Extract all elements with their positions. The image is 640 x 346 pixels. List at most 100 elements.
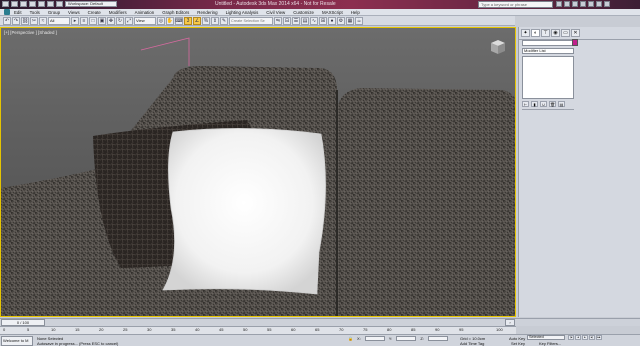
menu-civil-view[interactable]: Civil View xyxy=(266,10,285,15)
object-color-swatch[interactable] xyxy=(572,39,578,46)
mirror-icon[interactable]: ⇋ xyxy=(274,16,282,25)
render-production-icon[interactable]: ☕ xyxy=(355,16,363,25)
app-menu-icon[interactable] xyxy=(2,1,9,7)
manipulate-icon[interactable]: ✋ xyxy=(166,16,174,25)
angle-snap-icon[interactable]: ∠ xyxy=(193,16,201,25)
maximize-icon[interactable] xyxy=(596,1,602,7)
motion-tab-icon[interactable]: ◉ xyxy=(551,29,560,37)
track-bar[interactable]: 0 5 10 15 20 25 30 35 40 45 50 55 60 65 … xyxy=(0,326,516,334)
modify-tab-icon[interactable]: ◐ xyxy=(531,29,540,37)
menu-customize[interactable]: Customize xyxy=(293,10,314,15)
menu-maxscript[interactable]: MAXScript xyxy=(322,10,343,15)
pivot-center-icon[interactable]: ◎ xyxy=(157,16,165,25)
select-move-icon[interactable]: ✥ xyxy=(107,16,115,25)
redo-icon[interactable] xyxy=(47,1,54,7)
project-folder-icon[interactable] xyxy=(56,1,63,7)
menu-tools[interactable]: Tools xyxy=(30,10,40,15)
utilities-tab-icon[interactable]: ✕ xyxy=(571,29,580,37)
set-key-button[interactable]: Set Key xyxy=(511,341,525,346)
snaps-toggle-icon[interactable]: 3 xyxy=(184,16,192,25)
save-file-icon[interactable] xyxy=(29,1,36,7)
material-editor-icon[interactable]: ● xyxy=(328,16,336,25)
redo-tool-icon[interactable]: ↷ xyxy=(12,16,20,25)
time-slider[interactable]: 0 / 100 › xyxy=(0,318,640,326)
bind-space-warp-icon[interactable]: ≈ xyxy=(39,16,47,25)
exchange-icon[interactable] xyxy=(572,1,578,7)
menu-lighting-analysis[interactable]: Lighting Analysis xyxy=(226,10,259,15)
maxscript-listener[interactable]: Welcome to M xyxy=(1,336,33,346)
user-icon[interactable] xyxy=(564,1,570,7)
modifier-stack[interactable] xyxy=(522,56,574,99)
select-object-icon[interactable]: ▸ xyxy=(71,16,79,25)
hierarchy-tab-icon[interactable]: ⊤ xyxy=(541,29,550,37)
menu-edit[interactable]: Edit xyxy=(14,10,22,15)
minimize-icon[interactable] xyxy=(588,1,594,7)
menu-modifiers[interactable]: Modifiers xyxy=(109,10,127,15)
undo-tool-icon[interactable]: ↶ xyxy=(3,16,11,25)
rectangular-selection-icon[interactable]: □ xyxy=(89,16,97,25)
menu-views[interactable]: Views xyxy=(68,10,80,15)
pin-stack-icon[interactable]: ⊢ xyxy=(522,101,529,107)
viewcube-icon[interactable] xyxy=(489,38,507,56)
schematic-view-icon[interactable]: ⊞ xyxy=(319,16,327,25)
edit-named-selection-icon[interactable]: ✎ xyxy=(220,16,228,25)
key-mode-dropdown[interactable]: Selected xyxy=(527,335,565,340)
perspective-viewport[interactable]: [+] [Perspective ] [Shaded ] xyxy=(0,27,516,317)
graphite-ribbon-icon[interactable]: ▤ xyxy=(301,16,309,25)
lock-selection-icon[interactable]: 🔒 xyxy=(348,336,353,341)
make-unique-icon[interactable]: ∪ xyxy=(540,101,547,107)
display-tab-icon[interactable]: ▭ xyxy=(561,29,570,37)
modifier-list-dropdown[interactable]: Modifier List xyxy=(522,48,574,54)
create-tab-icon[interactable]: ✦ xyxy=(521,29,530,37)
search-icon[interactable] xyxy=(556,1,562,7)
percent-snap-icon[interactable]: % xyxy=(202,16,210,25)
app-icon[interactable] xyxy=(4,9,10,15)
curve-editor-icon[interactable]: ∿ xyxy=(310,16,318,25)
select-by-name-icon[interactable]: ≡ xyxy=(80,16,88,25)
render-setup-icon[interactable]: ⚙ xyxy=(337,16,345,25)
menu-animation[interactable]: Animation xyxy=(135,10,155,15)
y-coordinate-field[interactable] xyxy=(396,336,417,341)
menu-graph-editors[interactable]: Graph Editors xyxy=(162,10,189,15)
z-coordinate-field[interactable] xyxy=(427,336,448,341)
layer-manager-icon[interactable]: ☰ xyxy=(292,16,300,25)
configure-modifier-sets-icon[interactable]: ▤ xyxy=(558,101,565,107)
menu-rendering[interactable]: Rendering xyxy=(197,10,217,15)
go-to-end-icon[interactable]: ▸▸ xyxy=(596,335,602,340)
selection-set-input[interactable]: Create Selection Se xyxy=(229,16,273,25)
go-to-start-icon[interactable]: |◂ xyxy=(568,335,574,340)
rendered-frame-icon[interactable]: ▦ xyxy=(346,16,354,25)
play-icon[interactable]: ▸ xyxy=(582,335,588,340)
object-name-field[interactable] xyxy=(522,40,574,46)
next-frame-play-icon[interactable]: ▸| xyxy=(589,335,595,340)
select-rotate-icon[interactable]: ↻ xyxy=(116,16,124,25)
link-icon[interactable]: ⛓ xyxy=(21,16,29,25)
select-scale-icon[interactable]: ⤢ xyxy=(125,16,133,25)
reference-coordinate-dropdown[interactable]: View xyxy=(134,16,156,25)
x-coordinate-field[interactable] xyxy=(364,336,385,341)
key-filters-button[interactable]: Key Filters... xyxy=(539,341,561,346)
next-frame-icon[interactable]: › xyxy=(505,319,515,326)
align-icon[interactable]: ⊟ xyxy=(283,16,291,25)
add-time-tag-button[interactable]: Add Time Tag xyxy=(460,341,484,346)
remove-modifier-icon[interactable]: 🗑 xyxy=(549,101,556,107)
menu-group[interactable]: Group xyxy=(48,10,60,15)
new-file-icon[interactable] xyxy=(11,1,18,7)
selection-filter-dropdown[interactable]: All xyxy=(48,16,70,25)
viewport-label[interactable]: [+] [Perspective ] [Shaded ] xyxy=(4,30,57,35)
open-file-icon[interactable] xyxy=(20,1,27,7)
spinner-snap-icon[interactable]: ⇕ xyxy=(211,16,219,25)
menu-help[interactable]: Help xyxy=(351,10,360,15)
undo-icon[interactable] xyxy=(38,1,45,7)
time-slider-thumb[interactable]: 0 / 100 xyxy=(1,319,45,326)
menu-create[interactable]: Create xyxy=(88,10,101,15)
unlink-icon[interactable]: ✂ xyxy=(30,16,38,25)
close-icon[interactable] xyxy=(604,1,610,7)
help-icon[interactable] xyxy=(580,1,586,7)
search-input[interactable]: Type a keyword or phrase xyxy=(478,1,553,8)
window-crossing-icon[interactable]: ▣ xyxy=(98,16,106,25)
show-end-result-icon[interactable]: ▮ xyxy=(531,101,538,107)
workspace-select[interactable]: Workspace: Default xyxy=(65,1,117,7)
previous-frame-icon[interactable]: ◂ xyxy=(575,335,581,340)
keyboard-shortcut-icon[interactable]: ⌨ xyxy=(175,16,183,25)
